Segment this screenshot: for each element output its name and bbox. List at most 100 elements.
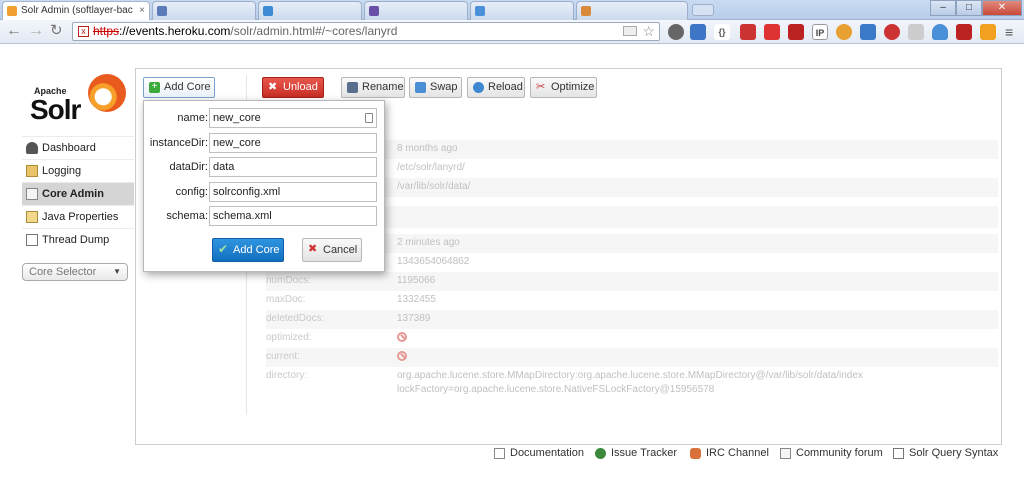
wrench-menu-icon[interactable]: ≡	[1005, 24, 1013, 40]
footer-link-solr-query-syntax[interactable]: Solr Query Syntax	[893, 447, 998, 459]
address-bar[interactable]: x https://events.heroku.com/solr/admin.h…	[72, 22, 660, 41]
documentation-icon	[494, 448, 505, 459]
reload-label: Reload	[488, 81, 523, 93]
close-window-button[interactable]: ✕	[982, 0, 1022, 16]
browser-tab-active[interactable]: Solr Admin (softlayer-bac ×	[2, 1, 150, 20]
cross-icon: ✖	[268, 81, 278, 93]
maximize-button[interactable]: □	[956, 0, 982, 16]
browser-tab[interactable]	[152, 1, 256, 20]
extension-icon[interactable]	[860, 24, 876, 40]
mail-icon	[780, 448, 791, 459]
footer-link-label: IRC Channel	[706, 447, 769, 459]
tab-favicon-icon	[263, 6, 273, 16]
core-selector-dropdown[interactable]: Core Selector ▼	[22, 263, 128, 281]
detail-row: maxDoc: 1332455	[266, 291, 998, 310]
browser-tab[interactable]	[576, 1, 688, 20]
detail-row: numDocs: 1195066	[266, 272, 998, 291]
detail-row: deletedDocs: 137389	[266, 310, 998, 329]
tab-title: Solr Admin (softlayer-bac	[21, 5, 133, 16]
extension-icon[interactable]	[764, 24, 780, 40]
logo-solr-text: Solr	[30, 94, 81, 125]
extension-icon[interactable]	[740, 24, 756, 40]
url-path: /solr/admin.html#/~cores/lanyrd	[230, 24, 398, 38]
footer-link-label: Community forum	[796, 447, 883, 459]
sidebar: Dashboard Logging Core Admin Java Proper…	[22, 136, 134, 251]
ip-extension-icon[interactable]: IP	[812, 24, 828, 40]
reload-button[interactable]: Reload	[467, 77, 525, 98]
cancel-label: Cancel	[323, 244, 358, 256]
schema-input[interactable]	[209, 206, 377, 226]
extension-icon[interactable]	[956, 24, 972, 40]
extension-icon[interactable]	[788, 24, 804, 40]
back-arrow-icon[interactable]: ←	[6, 23, 22, 39]
logging-icon	[26, 165, 38, 177]
cancel-x-icon: ✖	[308, 243, 318, 255]
reload-icon	[473, 82, 484, 93]
minimize-button[interactable]: –	[930, 0, 956, 16]
form-row-config: config:	[144, 182, 386, 202]
browser-tab[interactable]	[364, 1, 468, 20]
footer-link-community-forum[interactable]: Community forum	[780, 447, 883, 459]
insecure-lock-icon: x	[78, 26, 89, 37]
form-row-name: name:	[144, 108, 386, 128]
optimize-tools-icon: ✂	[536, 81, 546, 93]
swap-button[interactable]: Swap	[409, 77, 462, 98]
reload-page-icon[interactable]: ↻	[50, 23, 63, 39]
sidebar-item-java-properties[interactable]: Java Properties	[22, 205, 134, 228]
sidebar-item-core-admin[interactable]: Core Admin	[22, 182, 134, 205]
rename-button[interactable]: Rename	[341, 77, 405, 98]
footer-link-documentation[interactable]: Documentation	[494, 447, 584, 459]
tab-favicon-icon	[475, 6, 485, 16]
detail-value: 2 minutes ago	[397, 237, 460, 248]
url-scheme: https	[93, 24, 120, 38]
name-input[interactable]	[209, 108, 377, 128]
rename-icon	[347, 82, 358, 93]
form-row-schema: schema:	[144, 206, 386, 226]
unload-button[interactable]: ✖ Unload	[262, 77, 324, 98]
json-extension-icon[interactable]: {}	[714, 24, 730, 40]
no-icon	[397, 351, 407, 361]
browser-tab[interactable]	[470, 1, 574, 20]
config-label: config:	[175, 186, 208, 198]
page-action-icon[interactable]	[623, 26, 637, 36]
extension-icon[interactable]	[884, 24, 900, 40]
forward-arrow-icon[interactable]: →	[28, 23, 44, 39]
sidebar-item-thread-dump[interactable]: Thread Dump	[22, 228, 134, 251]
instancedir-label: instanceDir:	[149, 137, 208, 149]
cancel-button[interactable]: ✖ Cancel	[302, 238, 362, 262]
sidebar-item-dashboard[interactable]: Dashboard	[22, 136, 134, 159]
extension-icon[interactable]	[690, 24, 706, 40]
add-core-button[interactable]: + Add Core	[143, 77, 215, 98]
solr-logo[interactable]: Apache Solr	[28, 72, 128, 125]
check-icon: ✔	[218, 242, 229, 256]
detail-key: directory:	[266, 370, 308, 381]
extension-icon[interactable]	[836, 24, 852, 40]
tab-favicon-icon	[581, 6, 591, 16]
config-input[interactable]	[209, 182, 377, 202]
autofill-icon[interactable]	[365, 113, 373, 123]
tab-favicon-icon	[157, 6, 167, 16]
footer-link-irc-channel[interactable]: IRC Channel	[690, 447, 769, 459]
datadir-input[interactable]	[209, 157, 377, 177]
extension-icon[interactable]	[668, 24, 684, 40]
extension-icon[interactable]	[908, 24, 924, 40]
new-tab-button[interactable]	[692, 4, 714, 16]
extension-icon[interactable]	[980, 24, 996, 40]
detail-key: current:	[266, 351, 300, 362]
sidebar-item-logging[interactable]: Logging	[22, 159, 134, 182]
sidebar-item-label: Logging	[42, 165, 82, 177]
detail-value: /etc/solr/lanyrd/	[397, 162, 465, 173]
chevron-down-icon: ▼	[113, 267, 121, 276]
core-selector-label: Core Selector	[29, 266, 97, 278]
sidebar-item-label: Java Properties	[42, 211, 119, 223]
submit-add-core-button[interactable]: ✔ Add Core	[212, 238, 284, 262]
optimize-button[interactable]: ✂ Optimize	[530, 77, 597, 98]
sidebar-item-label: Dashboard	[42, 142, 96, 154]
instancedir-input[interactable]	[209, 133, 377, 153]
close-tab-icon[interactable]: ×	[139, 5, 145, 16]
footer-link-issue-tracker[interactable]: Issue Tracker	[595, 447, 677, 459]
bookmark-star-icon[interactable]: ☆	[642, 23, 655, 40]
cloud-extension-icon[interactable]	[932, 24, 948, 40]
url-host: ://events.heroku.com	[119, 24, 231, 38]
browser-tab[interactable]	[258, 1, 362, 20]
